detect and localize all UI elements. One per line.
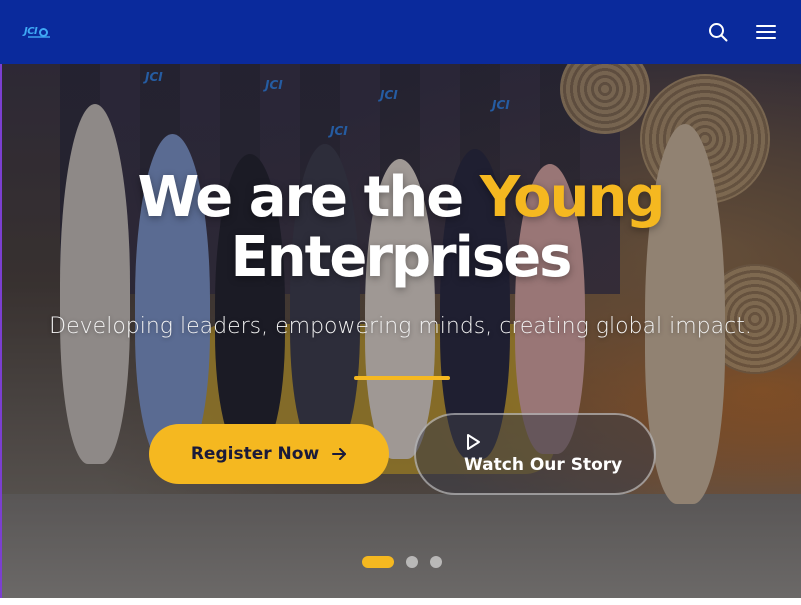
register-now-button[interactable]: Register Now [149,424,389,484]
page-bottom-edge [0,598,801,605]
register-button-label: Register Now [190,444,320,464]
watch-button-label: Watch Our Story [464,455,623,475]
headline-text-line2: Enterprises [230,225,572,290]
headline-accent: Young [479,165,666,230]
slide-dot-1[interactable] [362,556,394,568]
slide-dot-3[interactable] [430,556,442,568]
slider-pagination [362,556,442,568]
watch-our-story-button[interactable]: Watch Our Story [414,413,656,495]
jci-logo[interactable]: JCI [24,22,54,42]
hero-headline: We are the Young Enterprises [0,168,801,288]
play-icon [467,434,480,450]
nav-actions [707,21,777,43]
top-navbar: JCI [0,0,801,64]
logo-underline [28,36,50,38]
hero-section: JCI JCI JCI JCI JCI We are the Young Ent… [0,64,801,605]
menu-button[interactable] [755,21,777,43]
search-icon [709,23,728,42]
left-edge-line [0,64,2,605]
arrow-right-icon [332,448,347,460]
menu-icon [756,25,776,39]
accent-divider [354,376,450,380]
headline-text: We are the [137,165,480,230]
slide-dot-2[interactable] [406,556,418,568]
search-button[interactable] [707,21,729,43]
hero-subtitle: Developing leaders, empowering minds, cr… [49,314,752,339]
